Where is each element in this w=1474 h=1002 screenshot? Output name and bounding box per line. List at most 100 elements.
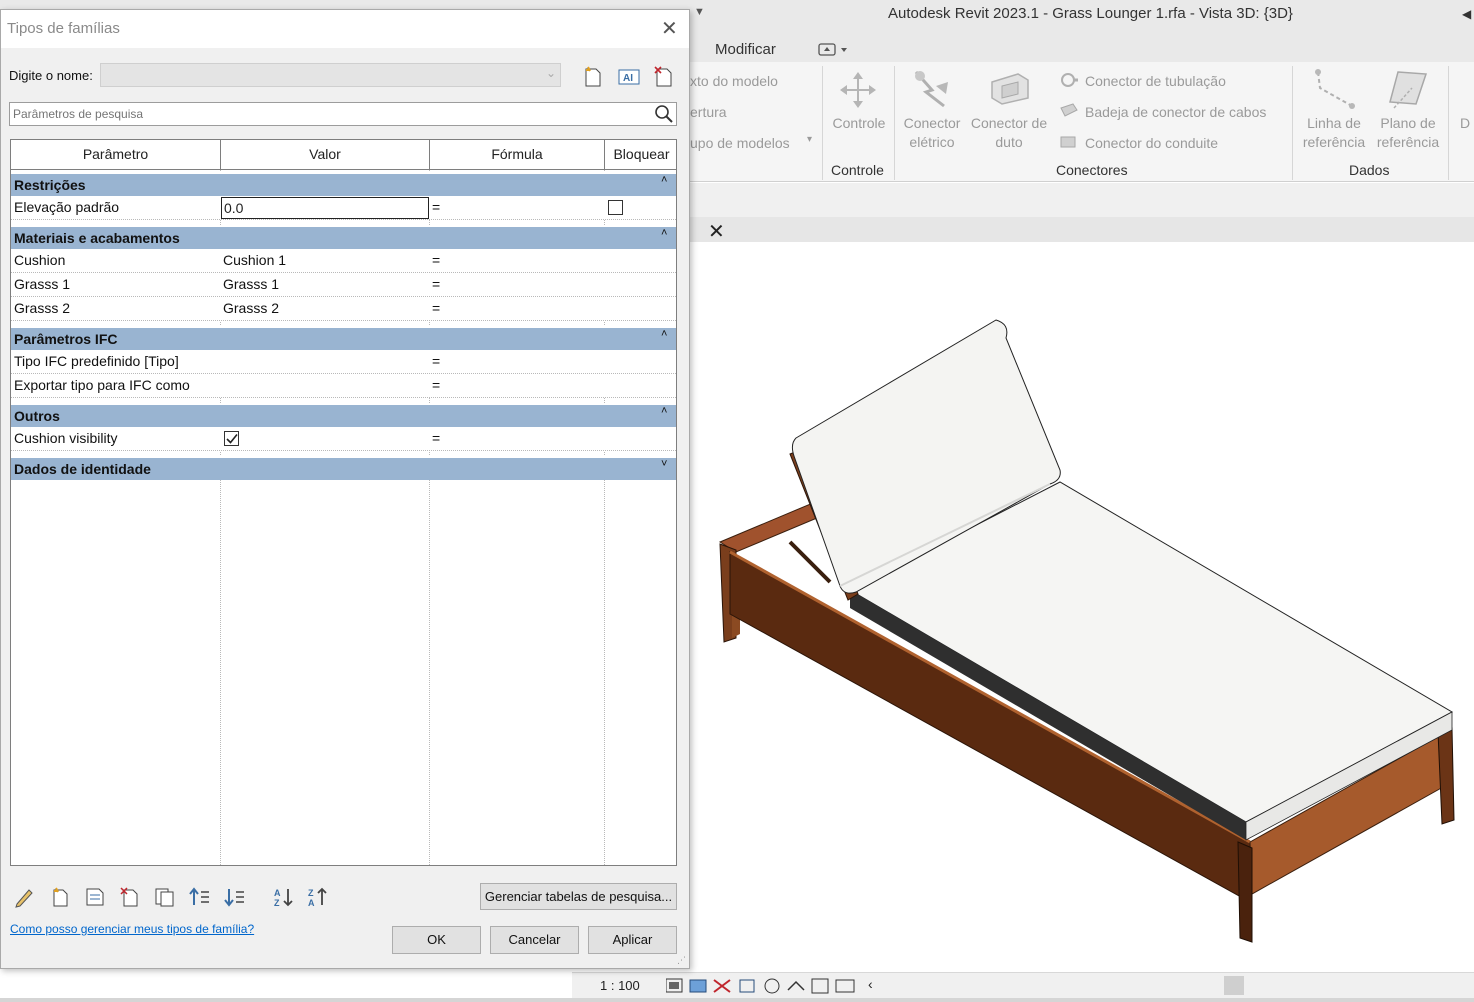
pipe-connector-icon (1061, 73, 1078, 87)
search-parameters[interactable] (9, 102, 677, 126)
panel-dados: Dados (1349, 162, 1390, 178)
formula-cell[interactable]: = (432, 353, 440, 369)
svg-text:Z: Z (308, 888, 314, 898)
param-name: Cushion visibility (14, 430, 118, 446)
ribbon-separator (1292, 66, 1293, 180)
move-down-icon[interactable] (223, 886, 247, 908)
group-header-identidade[interactable]: Dados de identidade ˅ (11, 456, 676, 480)
ribbon-minimize-icon[interactable] (818, 42, 850, 58)
value-input[interactable]: 0.0 (221, 197, 429, 219)
app-title: Autodesk Revit 2023.1 - Grass Lounger 1.… (888, 5, 1293, 22)
lounger-3d-model (718, 319, 1455, 943)
collapse-icon[interactable]: ˄ (661, 174, 667, 186)
column-header-valor[interactable]: Valor (221, 140, 430, 170)
ribbon-separator (894, 66, 895, 180)
dialog-titlebar[interactable]: Tipos de famílias ✕ (1, 10, 689, 48)
delete-type-icon[interactable] (652, 65, 676, 89)
grupo-modelos-dropdown-icon[interactable]: ▾ (807, 134, 812, 145)
quick-access-dropdown-icon[interactable]: ▼ (694, 6, 705, 18)
table-row: Exportar tipo para IFC como = (11, 374, 676, 398)
conduit-connector-icon (1060, 136, 1076, 148)
param-name: Grasss 2 (14, 300, 71, 316)
titlebar-arrow-icon[interactable]: ◀ (1462, 7, 1471, 21)
expand-icon[interactable]: ˅ (661, 458, 667, 470)
view-scale[interactable]: 1 : 100 (600, 978, 640, 993)
table-row: Cushion visibility = (11, 427, 676, 451)
formula-cell[interactable]: = (432, 430, 440, 446)
conector-duto-button[interactable]: Conector de duto (966, 114, 1052, 152)
column-header-formula[interactable]: Fórmula (430, 140, 605, 170)
ribbon-abertura[interactable]: ertura (690, 104, 727, 120)
plano-referencia-button[interactable]: Plano de referência (1372, 114, 1444, 152)
family-types-dialog: Tipos de famílias ✕ Digite o nome: ⌄ AI … (0, 9, 690, 969)
group-label: Restrições (14, 177, 86, 193)
group-header-ifc[interactable]: Parâmetros IFC ˄ (11, 326, 676, 350)
collapse-icon[interactable]: ˄ (661, 405, 667, 417)
dialog-close-icon[interactable]: ✕ (661, 16, 678, 41)
group-header-outros[interactable]: Outros ˄ (11, 403, 676, 427)
column-header-parametro[interactable]: Parâmetro (11, 140, 221, 170)
collapse-icon[interactable]: ˄ (661, 328, 667, 340)
status-scroll-left-icon[interactable]: ‹ (868, 976, 873, 992)
ok-button[interactable]: OK (392, 926, 481, 954)
ribbon-cut-button[interactable]: D (1460, 114, 1474, 133)
linha-referencia-label-1: Linha de (1307, 115, 1361, 131)
svg-text:A: A (308, 898, 315, 908)
horizontal-scrollbar-thumb[interactable] (1224, 976, 1244, 995)
collapse-icon[interactable]: ˄ (661, 227, 667, 239)
group-header-restricoes[interactable]: Restrições ˄ (11, 172, 676, 196)
control-arrows-icon (840, 72, 876, 108)
modify-parameter-icon[interactable] (83, 886, 107, 908)
formula-cell[interactable]: = (432, 276, 440, 292)
ribbon-texto-modelo[interactable]: xto do modelo (690, 73, 778, 89)
search-input[interactable] (13, 105, 643, 123)
ribbon-grupo-modelos[interactable]: upo de modelos (690, 135, 790, 151)
value-cell[interactable]: Grasss 1 (223, 276, 279, 292)
conector-tubulacao-button[interactable]: Conector de tubulação (1085, 73, 1226, 89)
table-row: Elevação padrão 0.0 = (11, 196, 676, 220)
conector-eletrico-button[interactable]: Conector elétrico (898, 114, 966, 152)
table-row: Cushion Cushion 1 = (11, 249, 676, 273)
view-control-icons[interactable] (666, 976, 866, 996)
resize-grip-icon[interactable]: ⋰ (677, 955, 686, 966)
param-name: Grasss 1 (14, 276, 71, 292)
sort-ascending-icon[interactable]: A Z (273, 886, 297, 908)
apply-button[interactable]: Aplicar (588, 926, 677, 954)
ribbon-separator (822, 66, 823, 180)
electric-connector-icon (914, 71, 948, 108)
search-icon[interactable] (654, 104, 674, 124)
new-type-icon[interactable] (581, 65, 605, 89)
lock-checkbox[interactable] (608, 200, 623, 215)
formula-cell[interactable]: = (432, 252, 440, 268)
edit-parameter-icon[interactable] (13, 886, 37, 908)
badeja-conector-button[interactable]: Badeja de conector de cabos (1085, 104, 1266, 120)
view-close-icon[interactable]: ✕ (708, 219, 725, 244)
formula-cell[interactable]: = (432, 199, 440, 215)
conector-conduite-button[interactable]: Conector do conduite (1085, 135, 1218, 151)
3d-viewport[interactable] (690, 242, 1474, 972)
help-link[interactable]: Como posso gerenciar meus tipos de famíl… (10, 922, 254, 936)
value-cell[interactable]: Cushion 1 (223, 252, 286, 268)
cancel-button[interactable]: Cancelar (490, 926, 579, 954)
formula-cell[interactable]: = (432, 377, 440, 393)
move-up-icon[interactable] (188, 886, 212, 908)
view-tabstrip (690, 217, 1474, 242)
linha-referencia-button[interactable]: Linha de referência (1298, 114, 1370, 152)
type-name-combobox[interactable]: ⌄ (100, 63, 561, 87)
formula-cell[interactable]: = (432, 300, 440, 316)
conector-duto-label-2: duto (995, 134, 1023, 150)
new-parameter-icon[interactable] (48, 886, 72, 908)
delete-parameter-icon[interactable] (118, 886, 142, 908)
tab-modificar[interactable]: Modificar (715, 41, 776, 58)
group-header-materiais[interactable]: Materiais e acabamentos ˄ (11, 225, 676, 249)
controle-button[interactable]: Controle (826, 114, 892, 133)
checkmark-icon (226, 433, 238, 444)
rename-type-icon[interactable]: AI (617, 65, 641, 89)
manage-lookup-tables-button[interactable]: Gerenciar tabelas de pesquisa... (480, 883, 677, 910)
column-header-bloquear[interactable]: Bloquear (605, 140, 676, 170)
value-cell[interactable]: Grasss 2 (223, 300, 279, 316)
cushion-visibility-checkbox[interactable] (224, 431, 239, 446)
copy-parameter-icon[interactable] (153, 886, 177, 908)
sort-descending-icon[interactable]: Z A (307, 886, 331, 908)
ribbon-separator (1448, 66, 1449, 180)
